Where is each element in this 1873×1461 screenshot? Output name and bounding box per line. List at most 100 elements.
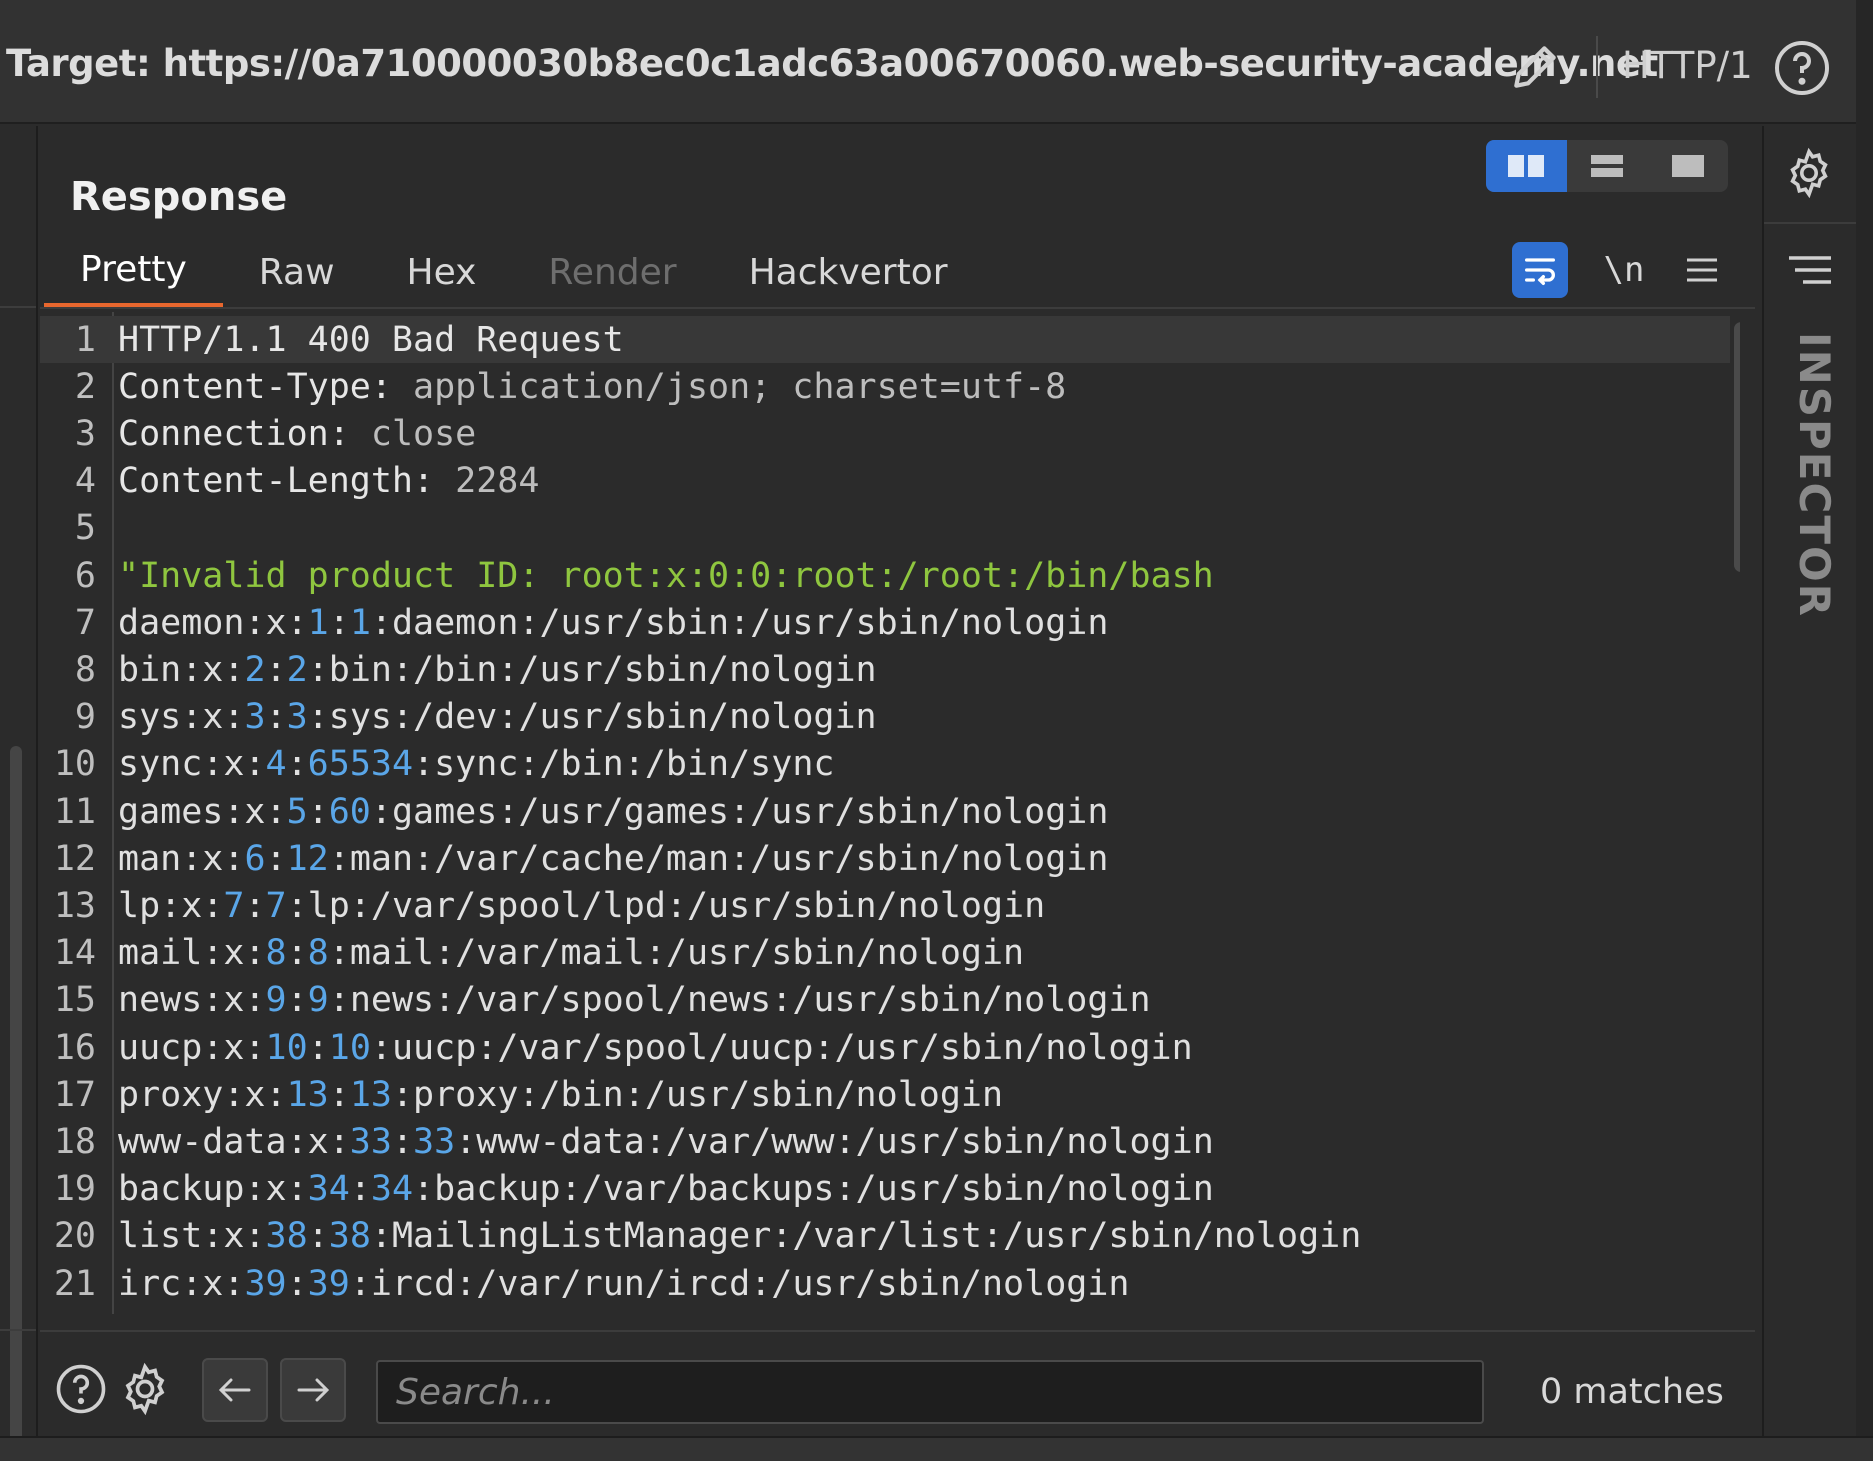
numeric-token: 6 xyxy=(244,838,266,879)
layout-toggle xyxy=(1486,140,1728,192)
line-number: 20 xyxy=(53,1216,96,1257)
line-number: 21 xyxy=(53,1263,96,1304)
code-line: 1 HTTP/1.1 400 Bad Request xyxy=(40,316,1730,363)
tab-hex[interactable]: Hex xyxy=(371,236,513,308)
response-editor[interactable]: 1 HTTP/1.1 400 Bad Request 2 Content-Type: … xyxy=(40,312,1740,1314)
inspector-settings-button[interactable] xyxy=(1778,142,1840,204)
text-token: : xyxy=(286,980,308,1021)
divider xyxy=(1764,222,1856,224)
text-token: :ircd:/var/run/ircd:/usr/sbin/nologin xyxy=(349,1263,1130,1304)
line-number: 10 xyxy=(53,744,96,785)
search-bar: 0 matches xyxy=(40,1330,1755,1436)
help-button[interactable] xyxy=(1770,36,1834,100)
line-text: www-data:x:33:33:www-data:/var/www:/usr/… xyxy=(118,1122,1214,1162)
window-scrollbar[interactable] xyxy=(1856,0,1873,1461)
text-token: : xyxy=(329,1311,350,1314)
text-token: :news:/var/spool/news:/usr/sbin/nologin xyxy=(328,980,1151,1021)
pencil-icon xyxy=(1514,46,1556,88)
hamburger-icon xyxy=(1687,258,1717,282)
text-token: : xyxy=(349,1169,371,1210)
line-text: gnats:x:41:41:GnatsBug-ReportingSystem(a… xyxy=(118,1311,1509,1314)
divider xyxy=(1596,36,1598,98)
layout-side-by-side-button[interactable] xyxy=(1486,140,1567,192)
text-token: bin:x: xyxy=(118,649,245,690)
text-token: :backup:/var/backups:/usr/sbin/nologin xyxy=(413,1169,1214,1210)
numeric-token: 9 xyxy=(265,980,287,1021)
line-number: 16 xyxy=(53,1027,96,1068)
text-token: :www-data:/var/www:/usr/sbin/nologin xyxy=(455,1121,1214,1162)
numeric-token: 9 xyxy=(307,980,329,1021)
line-number: 19 xyxy=(53,1169,96,1210)
target-bar: Target: https://0a710000030b8ec0c1adc63a… xyxy=(0,0,1873,124)
numeric-token: 39 xyxy=(244,1263,287,1304)
previous-match-button[interactable] xyxy=(202,1358,268,1422)
code-line: 14 mail:x:8:8:mail:/var/mail:/usr/sbin/no… xyxy=(40,930,1730,977)
numeric-token: 8 xyxy=(265,933,287,974)
text-token: gnats:x: xyxy=(118,1311,287,1314)
numeric-token: 39 xyxy=(307,1263,350,1304)
code-line: 19 backup:x:34:34:backup:/var/backups:/us… xyxy=(40,1166,1730,1213)
next-match-button[interactable] xyxy=(280,1358,346,1422)
text-token: :daemon:/usr/sbin:/usr/sbin/nologin xyxy=(370,602,1109,643)
line-number: 17 xyxy=(53,1074,96,1115)
text-token: :uucp:/var/spool/uucp:/usr/sbin/nologin xyxy=(370,1027,1193,1068)
help-icon xyxy=(1775,41,1829,95)
tab-pretty[interactable]: Pretty xyxy=(44,236,223,308)
line-number: 8 xyxy=(74,649,96,690)
code-line: 7 daemon:x:1:1:daemon:/usr/sbin:/usr/sbin… xyxy=(40,599,1730,646)
left-scrollbar[interactable] xyxy=(10,746,22,1446)
numeric-token: 13 xyxy=(286,1074,329,1115)
edit-target-button[interactable] xyxy=(1500,32,1570,102)
numeric-token: 38 xyxy=(328,1216,371,1257)
layout-stacked-button[interactable] xyxy=(1567,140,1648,192)
tab-render[interactable]: Render xyxy=(512,236,712,308)
line-text: sys:x:3:3:sys:/dev:/usr/sbin/nologin xyxy=(118,697,877,737)
line-number: 1 xyxy=(74,319,96,360)
text-token: :man:/var/cache/man:/usr/sbin/nologin xyxy=(328,838,1109,879)
arrow-left-icon xyxy=(218,1378,251,1402)
string-token: "Invalid product ID: root:x:0:0:root:/ro… xyxy=(118,555,1214,596)
search-help-button[interactable] xyxy=(50,1358,112,1420)
layout-single-button[interactable] xyxy=(1647,140,1728,192)
text-token: mail:x: xyxy=(118,933,266,974)
text-token: HTTP/1.1 400 Bad Request xyxy=(118,319,624,360)
divider xyxy=(0,1329,36,1331)
inspector-tab[interactable]: INSPECTOR xyxy=(1790,332,1839,618)
show-newlines-button[interactable]: \n xyxy=(1596,242,1652,298)
text-token: : xyxy=(265,838,287,879)
text-token: news:x: xyxy=(118,980,266,1021)
code-line: 11 games:x:5:60:games:/usr/games:/usr/sbi… xyxy=(40,788,1730,835)
wrap-icon xyxy=(1525,258,1555,285)
protocol-toggle[interactable]: HTTP/1 xyxy=(1622,44,1753,87)
text-token: Content-Length: xyxy=(118,461,456,502)
word-wrap-button[interactable] xyxy=(1512,242,1568,298)
line-text: Content-Length: 2284 xyxy=(118,461,539,501)
text-token: irc:x: xyxy=(118,1263,245,1304)
text-token: : xyxy=(328,602,350,643)
numeric-token: 1 xyxy=(307,602,329,643)
tab-hackvertor[interactable]: Hackvertor xyxy=(713,236,984,308)
line-number: 5 xyxy=(74,508,96,549)
line-text: bin:x:2:2:bin:/bin:/usr/sbin/nologin xyxy=(118,650,877,690)
text-token: : xyxy=(286,933,308,974)
search-input[interactable] xyxy=(376,1360,1484,1424)
search-settings-button[interactable] xyxy=(114,1358,176,1420)
line-text: proxy:x:13:13:proxy:/bin:/usr/sbin/nolog… xyxy=(118,1075,1003,1115)
tab-raw[interactable]: Raw xyxy=(223,236,371,308)
left-pane-edge xyxy=(0,126,38,1446)
line-text: uucp:x:10:10:uucp:/var/spool/uucp:/usr/s… xyxy=(118,1028,1193,1068)
numeric-token: 10 xyxy=(265,1027,308,1068)
text-token: : xyxy=(391,1121,414,1162)
text-token: Content-Type: xyxy=(118,366,414,407)
line-text: backup:x:34:34:backup:/var/backups:/usr/… xyxy=(118,1169,1214,1209)
inspector-filter-button[interactable] xyxy=(1782,242,1838,298)
editor-scrollbar[interactable] xyxy=(1734,322,1740,572)
text-token: application/json; charset=utf-8 xyxy=(413,366,1067,407)
numeric-token: 41 xyxy=(287,1311,329,1314)
code-line: 18 www-data:x:33:33:www-data:/var/www:/us… xyxy=(40,1118,1730,1165)
code-line: 9 sys:x:3:3:sys:/dev:/usr/sbin/nologin xyxy=(40,694,1730,741)
code-line: 15 news:x:9:9:news:/var/spool/news:/usr/s… xyxy=(40,977,1730,1024)
numeric-token: 3 xyxy=(244,697,266,738)
editor-menu-button[interactable] xyxy=(1674,242,1730,298)
numeric-token: 12 xyxy=(286,838,329,879)
